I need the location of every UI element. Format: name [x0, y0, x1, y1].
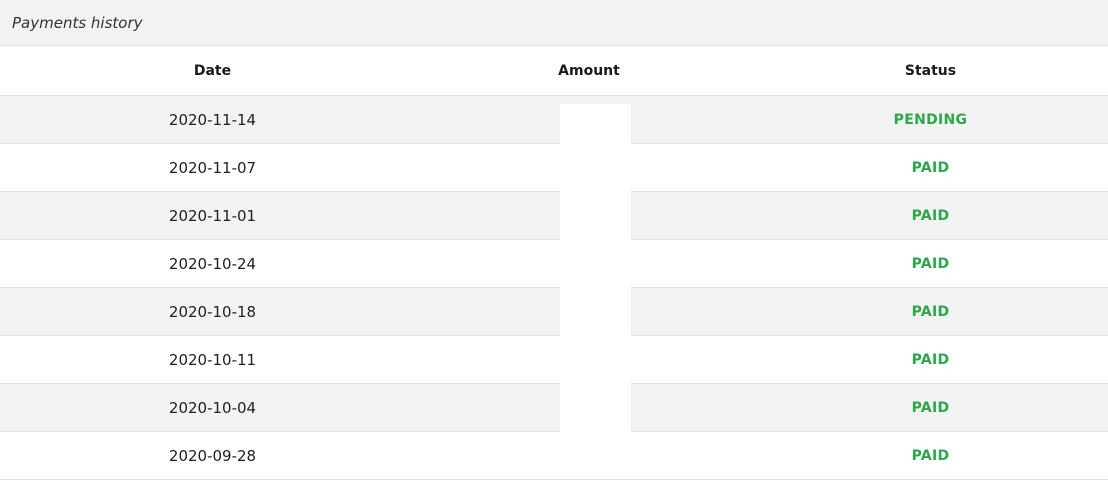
- date-cell: 2020-11-07: [0, 143, 425, 192]
- table-row: 2020-11-01 PAID: [0, 191, 1108, 240]
- date-cell: 2020-10-24: [0, 239, 425, 288]
- table-row: 2020-10-11 PAID: [0, 335, 1108, 384]
- date-cell: 2020-10-11: [0, 335, 425, 384]
- status-badge: PAID: [753, 335, 1108, 384]
- table-row: 2020-09-28 PAID: [0, 431, 1108, 480]
- date-cell: 2020-10-18: [0, 287, 425, 336]
- date-cell: 2020-09-28: [0, 431, 425, 480]
- date-cell: 2020-11-01: [0, 191, 425, 240]
- panel-header: Payments history: [0, 0, 1108, 46]
- status-badge: PAID: [753, 287, 1108, 336]
- table-body: 2020-11-14 PENDING 2020-11-07 PAID 2020-…: [0, 95, 1108, 480]
- amount-cell: [425, 431, 753, 480]
- table-row: 2020-10-04 PAID: [0, 383, 1108, 432]
- table-row: 2020-11-14 PENDING: [0, 95, 1108, 144]
- status-badge: PAID: [753, 143, 1108, 192]
- column-header-date[interactable]: Date: [0, 46, 425, 96]
- status-badge: PAID: [753, 431, 1108, 480]
- table-header: Date Amount Status: [0, 46, 1108, 96]
- status-badge: PAID: [753, 383, 1108, 432]
- status-badge: PAID: [753, 191, 1108, 240]
- table-row: 2020-11-07 PAID: [0, 143, 1108, 192]
- date-cell: 2020-11-14: [0, 95, 425, 144]
- status-badge: PENDING: [753, 95, 1108, 144]
- table-row: 2020-10-24 PAID: [0, 239, 1108, 288]
- header-row: Date Amount Status: [0, 46, 1108, 96]
- panel-title: Payments history: [12, 13, 143, 32]
- status-badge: PAID: [753, 239, 1108, 288]
- payments-history-panel: Payments history Date Amount Status 2020…: [0, 0, 1108, 484]
- payments-table: Date Amount Status 2020-11-14 PENDING 20…: [0, 46, 1108, 480]
- amount-redaction-overlay: [560, 104, 631, 438]
- date-cell: 2020-10-04: [0, 383, 425, 432]
- column-header-status[interactable]: Status: [753, 46, 1108, 96]
- table-row: 2020-10-18 PAID: [0, 287, 1108, 336]
- column-header-amount[interactable]: Amount: [425, 46, 753, 96]
